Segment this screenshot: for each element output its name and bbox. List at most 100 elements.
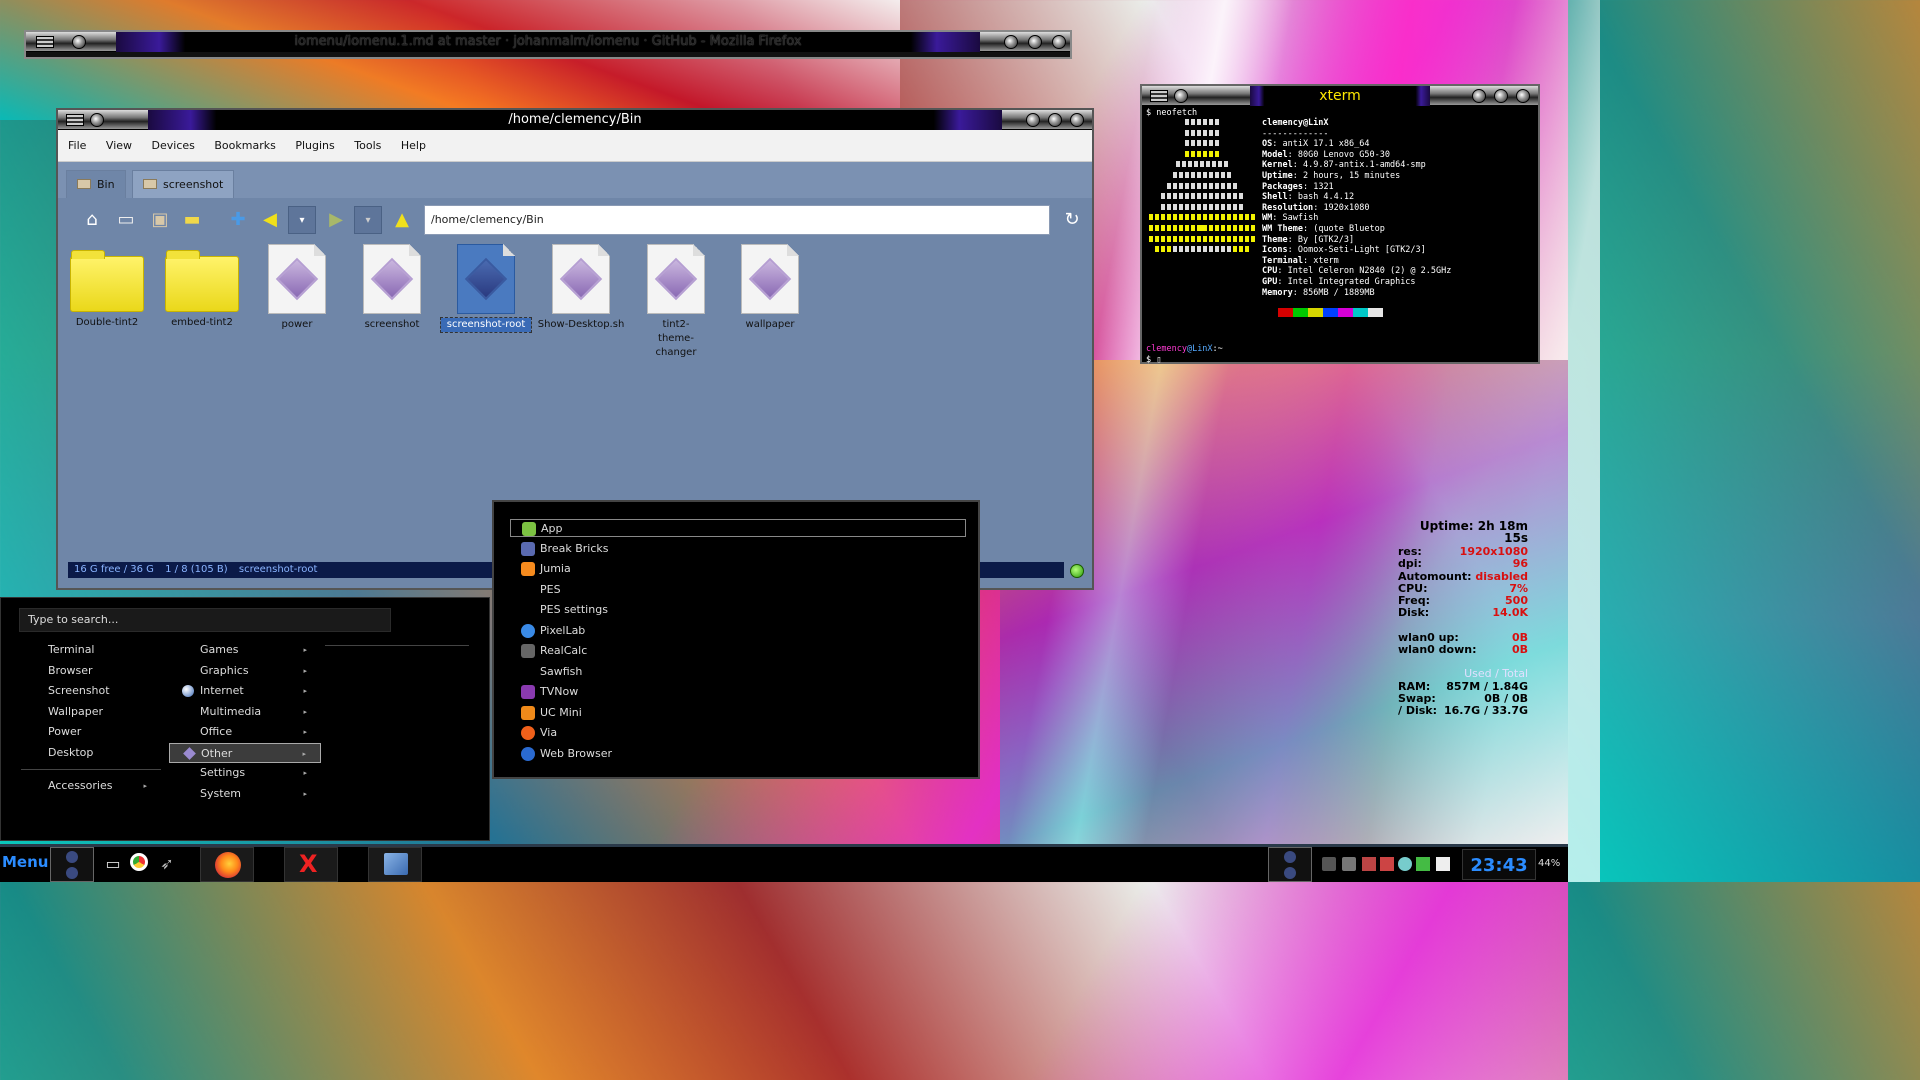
address-bar[interactable]: /home/clemency/Bin <box>424 205 1050 235</box>
submenu-item[interactable]: RealCalc <box>510 642 966 660</box>
other-submenu[interactable]: App Break Bricks Jumia PES PES settings Pixel… <box>492 500 980 779</box>
back-history-dropdown[interactable]: ▾ <box>288 206 316 234</box>
search-input[interactable]: Type to search... <box>19 608 391 632</box>
titlebar[interactable]: /home/clemency/Bin <box>58 110 1092 130</box>
taskbar-firefox[interactable] <box>200 847 254 882</box>
file-item-selected[interactable]: screenshot-root <box>440 244 532 333</box>
category-office[interactable]: Office ▸ <box>169 722 321 743</box>
terminal-output[interactable]: $ neofetch clemency@LinX ------------- O… <box>1146 108 1534 365</box>
submenu-item[interactable]: App <box>510 519 966 537</box>
iconify-button[interactable] <box>72 35 86 49</box>
file-item[interactable]: power <box>252 244 342 332</box>
category-multimedia[interactable]: Multimedia ▸ <box>169 702 321 723</box>
menu-button[interactable]: Menu <box>2 853 48 871</box>
menu-item-browser[interactable]: Browser <box>21 661 161 682</box>
category-games[interactable]: Games ▸ <box>169 640 321 661</box>
script-file-icon <box>363 244 421 314</box>
window-menu-icon[interactable] <box>36 36 54 48</box>
new-tab-icon[interactable]: ✚ <box>224 206 252 234</box>
file-item[interactable]: Show-Desktop.sh <box>536 244 626 332</box>
submenu-item[interactable]: UC Mini <box>510 704 966 722</box>
menu-bookmarks[interactable]: Bookmarks <box>206 130 283 162</box>
submenu-item[interactable]: Jumia <box>510 560 966 578</box>
category-internet[interactable]: Internet ▸ <box>169 681 321 702</box>
close-button[interactable] <box>1052 35 1066 49</box>
maximize-button[interactable] <box>1028 35 1042 49</box>
submenu-item[interactable]: TVNow <box>510 683 966 701</box>
file-item[interactable]: tint2-theme-changer <box>631 244 721 360</box>
network-icon[interactable] <box>1398 857 1412 871</box>
menu-item-screenshot[interactable]: Screenshot <box>21 681 161 702</box>
menu-item-power[interactable]: Power <box>21 722 161 743</box>
file-item[interactable]: screenshot <box>347 244 437 332</box>
tab-screenshot[interactable]: screenshot <box>132 170 235 198</box>
menu-plugins[interactable]: Plugins <box>287 130 342 162</box>
iconify-button[interactable] <box>90 113 104 127</box>
category-other[interactable]: Other ▸ <box>169 742 321 763</box>
category-system[interactable]: System ▸ <box>169 784 321 805</box>
back-arrow-icon[interactable]: ◀ <box>256 206 284 234</box>
minimize-button[interactable] <box>1004 35 1018 49</box>
menu-help[interactable]: Help <box>393 130 434 162</box>
tab-bin[interactable]: Bin <box>66 170 126 198</box>
tray-icon-4[interactable] <box>1380 857 1394 871</box>
submenu-item[interactable]: PES <box>510 581 966 599</box>
open-folder-icon[interactable]: ▬ <box>178 206 206 234</box>
submenu-item[interactable]: Web Browser <box>510 745 966 763</box>
conky-row: / Disk: 16.7G / 33.7G <box>1398 704 1528 717</box>
category-graphics[interactable]: Graphics ▸ <box>169 661 321 682</box>
category-settings[interactable]: Settings ▸ <box>169 763 321 784</box>
home-icon[interactable]: ⌂ <box>78 206 106 234</box>
submenu-item[interactable]: Via <box>510 724 966 742</box>
minimize-button[interactable] <box>1026 113 1040 127</box>
trash-folder-icon[interactable]: ▣ <box>146 206 174 234</box>
menu-devices[interactable]: Devices <box>144 130 203 162</box>
menu-item-wallpaper[interactable]: Wallpaper <box>21 702 161 723</box>
workspace-pager-right[interactable] <box>1268 847 1312 882</box>
up-arrow-icon[interactable]: ▲ <box>388 206 416 234</box>
file-manager-launcher-icon[interactable]: ▭ <box>102 853 124 875</box>
submenu-item[interactable]: Sawfish <box>510 663 966 681</box>
file-item[interactable]: embed-tint2 <box>157 244 247 330</box>
menu-view[interactable]: View <box>98 130 140 162</box>
file-item[interactable]: Double-tint2 <box>62 244 152 330</box>
tray-icon-2[interactable] <box>1342 857 1356 871</box>
close-button[interactable] <box>1070 113 1084 127</box>
bookmarks-icon[interactable]: ▭ <box>112 206 140 234</box>
firefox-window[interactable]: iomenu/iomenu.1.md at master · johanmalm… <box>24 30 1072 59</box>
workspace-pager[interactable] <box>50 847 94 882</box>
tray-icon-7[interactable] <box>1436 857 1450 871</box>
tray-icon-3[interactable] <box>1362 857 1376 871</box>
menu-item-accessories[interactable]: Accessories ▸ <box>21 776 161 797</box>
tray-icon-6[interactable] <box>1416 857 1430 871</box>
menu-file[interactable]: File <box>58 130 94 162</box>
close-button[interactable] <box>1516 89 1530 103</box>
tray-icon-1[interactable] <box>1322 857 1336 871</box>
prompt-cursor[interactable]: $ ▯ <box>1146 355 1161 366</box>
taskbar-xterm[interactable]: X <box>284 847 338 882</box>
maximize-button[interactable] <box>1494 89 1508 103</box>
taskbar-file-manager[interactable] <box>368 847 422 882</box>
iconify-button[interactable] <box>1174 89 1188 103</box>
forward-history-dropdown[interactable]: ▾ <box>354 206 382 234</box>
submenu-item[interactable]: Break Bricks <box>510 540 966 558</box>
minimize-button[interactable] <box>1472 89 1486 103</box>
submenu-item[interactable]: PixelLab <box>510 622 966 640</box>
forward-arrow-icon[interactable]: ▶ <box>322 206 350 234</box>
window-menu-icon[interactable] <box>66 114 84 126</box>
clock[interactable]: 23:43 <box>1462 849 1536 880</box>
rocket-launcher-icon[interactable]: ➶ <box>156 853 178 875</box>
file-item[interactable]: wallpaper <box>725 244 815 332</box>
menu-item-desktop[interactable]: Desktop <box>21 743 161 764</box>
refresh-icon[interactable]: ↻ <box>1058 206 1086 234</box>
menu-tools[interactable]: Tools <box>346 130 389 162</box>
submenu-item[interactable]: PES settings <box>510 601 966 619</box>
application-menu[interactable]: Type to search... Terminal Browser Scree… <box>0 597 490 841</box>
menu-item-terminal[interactable]: Terminal <box>21 640 161 661</box>
xterm-window[interactable]: xterm $ neofetch clemency@LinX ---------… <box>1140 84 1540 365</box>
chrome-launcher-icon[interactable] <box>128 853 150 875</box>
titlebar[interactable]: iomenu/iomenu.1.md at master · johanmalm… <box>26 32 1070 52</box>
maximize-button[interactable] <box>1048 113 1062 127</box>
titlebar[interactable]: xterm <box>1142 86 1538 106</box>
window-menu-icon[interactable] <box>1150 90 1168 102</box>
